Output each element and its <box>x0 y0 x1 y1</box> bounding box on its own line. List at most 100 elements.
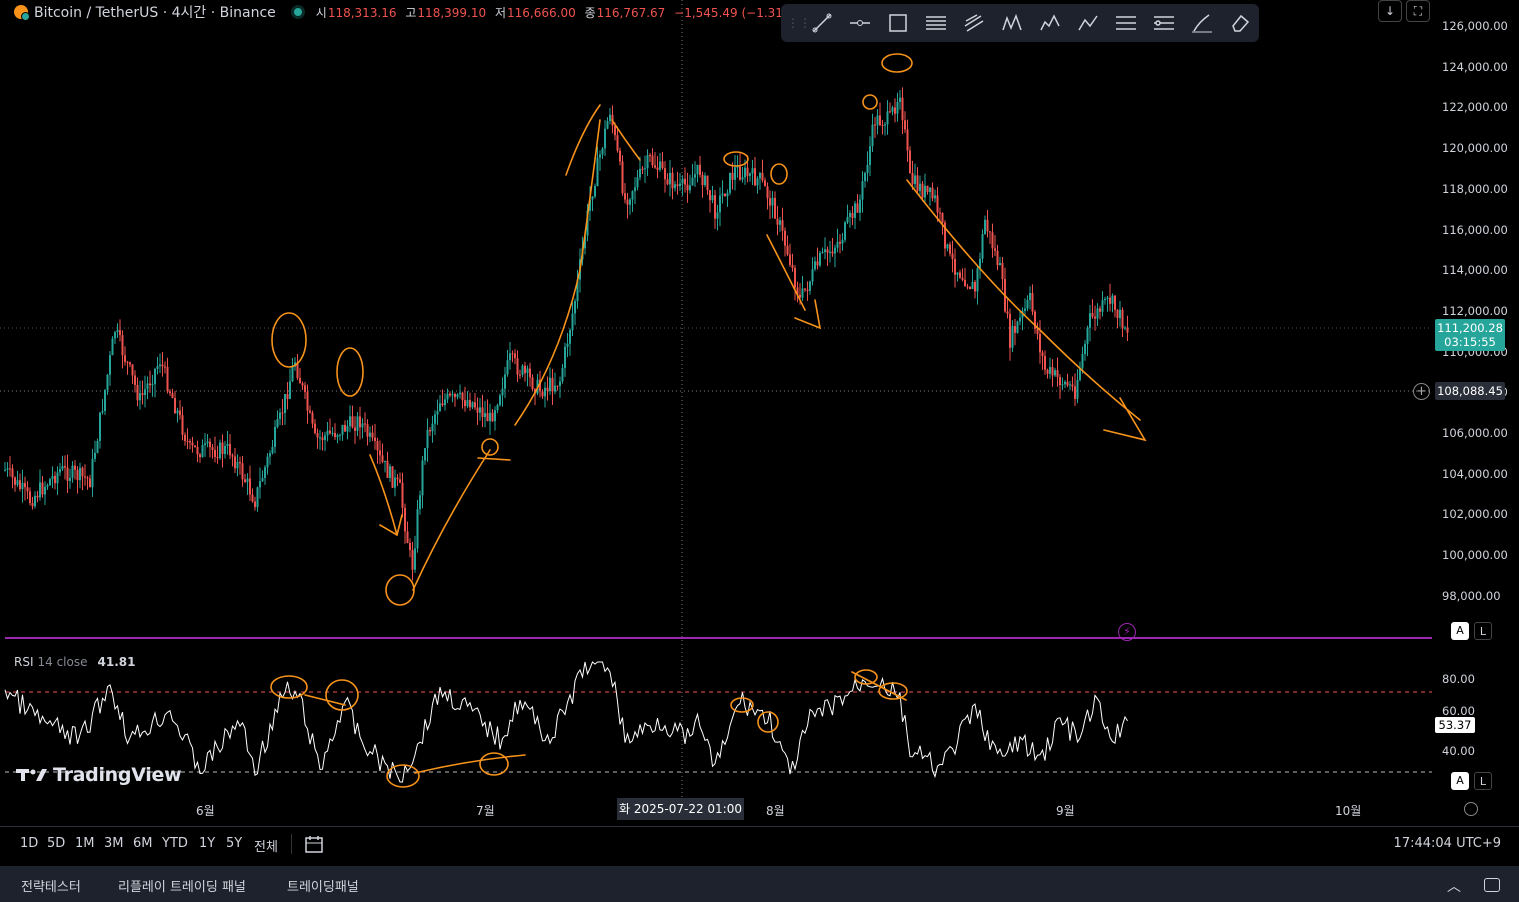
candle-body <box>361 423 364 428</box>
rectangle-icon[interactable] <box>879 4 917 42</box>
abcd-pattern-icon[interactable] <box>1069 4 1107 42</box>
candle-body <box>319 437 321 439</box>
candle-body <box>894 107 896 114</box>
candle-body <box>829 251 831 253</box>
trend-line-icon[interactable] <box>803 4 841 42</box>
candle-body <box>461 392 464 401</box>
candle-body <box>189 441 191 443</box>
range-button-1d[interactable]: 1D <box>20 836 38 851</box>
chart-canvas[interactable] <box>0 0 1519 826</box>
candle-body <box>1104 298 1106 301</box>
month-label: 7월 <box>476 804 495 818</box>
candle-body <box>99 412 101 441</box>
candle-body <box>36 495 39 498</box>
elliott-wave-icon[interactable] <box>1031 4 1069 42</box>
settings-gear-icon[interactable] <box>1464 802 1478 816</box>
candle-body <box>1091 313 1094 317</box>
candle-body <box>546 387 549 391</box>
clock[interactable]: 17:44:04 UTC+9 <box>1394 836 1501 851</box>
candle-body <box>1116 309 1119 319</box>
candle-body <box>26 487 29 492</box>
range-button-3m[interactable]: 3M <box>104 836 124 851</box>
candle-body <box>426 429 429 449</box>
horizontal-ray-icon[interactable] <box>841 4 879 42</box>
candle-body <box>656 167 659 170</box>
pitchfork-icon[interactable] <box>955 4 993 42</box>
brush-drawings[interactable] <box>270 53 1147 788</box>
candle-body <box>166 366 169 392</box>
candle-body <box>694 174 696 178</box>
candle-body <box>236 462 239 469</box>
candle-body <box>966 286 969 288</box>
range-button-6m[interactable]: 6M <box>133 836 153 851</box>
candle-body <box>216 456 219 459</box>
log-scale-button[interactable]: L <box>1474 622 1492 640</box>
candle-body <box>406 531 409 543</box>
candle-body <box>479 407 481 413</box>
maximize-panel-icon[interactable] <box>1484 878 1500 892</box>
candle-body <box>499 395 501 406</box>
panel-tab[interactable]: 전략테스터 <box>21 876 81 895</box>
panel-tab[interactable]: 리플레이 트레이딩 패널 <box>118 876 246 895</box>
candle-body <box>736 166 739 168</box>
price-tick-label: 100,000.00 <box>1442 548 1508 563</box>
rsi-log-scale-button[interactable]: L <box>1474 772 1492 790</box>
drag-handle-icon[interactable]: ⋮⋮ <box>787 16 811 30</box>
candle-body <box>971 282 974 290</box>
symbol-title[interactable]: Bitcoin / TetherUS · 4시간 · Binance <box>34 2 276 22</box>
candle-body <box>299 378 301 384</box>
candle-body <box>521 365 524 375</box>
candle-body <box>659 161 661 170</box>
candle-body <box>261 478 264 482</box>
xabcd-pattern-icon[interactable] <box>993 4 1031 42</box>
candle-body <box>741 177 744 180</box>
rsi-legend[interactable]: RSI 14 close 41.81 <box>14 655 135 669</box>
add-alert-icon[interactable]: + <box>1413 383 1430 400</box>
candle-body <box>566 343 569 347</box>
candle-body <box>191 442 194 446</box>
range-button-전체[interactable]: 전체 <box>254 836 278 855</box>
symbol-legend[interactable]: Bitcoin / TetherUS · 4시간 · Binance 시118,… <box>14 2 804 22</box>
panel-tab[interactable]: 트레이딩패널 <box>287 876 359 895</box>
auto-scale-button[interactable]: A <box>1451 622 1469 640</box>
candle-body <box>394 477 396 488</box>
range-button-1m[interactable]: 1M <box>75 836 95 851</box>
lightning-icon[interactable]: ⚡ <box>1118 623 1136 641</box>
tradingview-logo[interactable]: TradingView <box>16 764 182 786</box>
candle-body <box>314 423 316 434</box>
candle-body <box>396 477 399 480</box>
candle-body <box>221 442 224 455</box>
candle-body <box>594 186 596 197</box>
candle-body <box>6 468 9 470</box>
fullscreen-icon[interactable]: ⛶ <box>1406 0 1430 22</box>
crosshair-date-label: 화 2025-07-22 01:00 <box>617 798 744 820</box>
range-button-5y[interactable]: 5Y <box>226 836 242 851</box>
market-status-icon[interactable] <box>293 8 302 16</box>
candle-body <box>1051 367 1054 376</box>
candle-body <box>679 183 681 187</box>
drawing-toolbar[interactable]: ⋮⋮ <box>781 4 1259 42</box>
candle-body <box>366 424 369 437</box>
calendar-icon[interactable] <box>304 834 324 858</box>
candle-body <box>1119 309 1121 319</box>
range-button-5d[interactable]: 5D <box>47 836 65 851</box>
parallel-channel-icon[interactable] <box>917 4 955 42</box>
range-button-1y[interactable]: 1Y <box>199 836 215 851</box>
candle-body <box>696 164 699 175</box>
eraser-icon[interactable] <box>1221 4 1259 42</box>
fib-extension-icon[interactable] <box>1145 4 1183 42</box>
candle-body <box>991 232 994 249</box>
download-icon[interactable]: ↓ <box>1378 0 1402 22</box>
collapse-icon[interactable]: ︿ <box>1447 876 1461 896</box>
candle-body <box>489 412 491 422</box>
candle-body <box>136 384 139 401</box>
candle-body <box>439 403 441 412</box>
range-button-ytd[interactable]: YTD <box>162 836 188 851</box>
rsi-auto-scale-button[interactable]: A <box>1451 772 1469 790</box>
brush-icon[interactable] <box>1183 4 1221 42</box>
candle-body <box>339 434 341 436</box>
candle-body <box>936 195 939 213</box>
candle-body <box>66 467 69 481</box>
candle-body <box>524 365 526 374</box>
fib-retracement-icon[interactable] <box>1107 4 1145 42</box>
